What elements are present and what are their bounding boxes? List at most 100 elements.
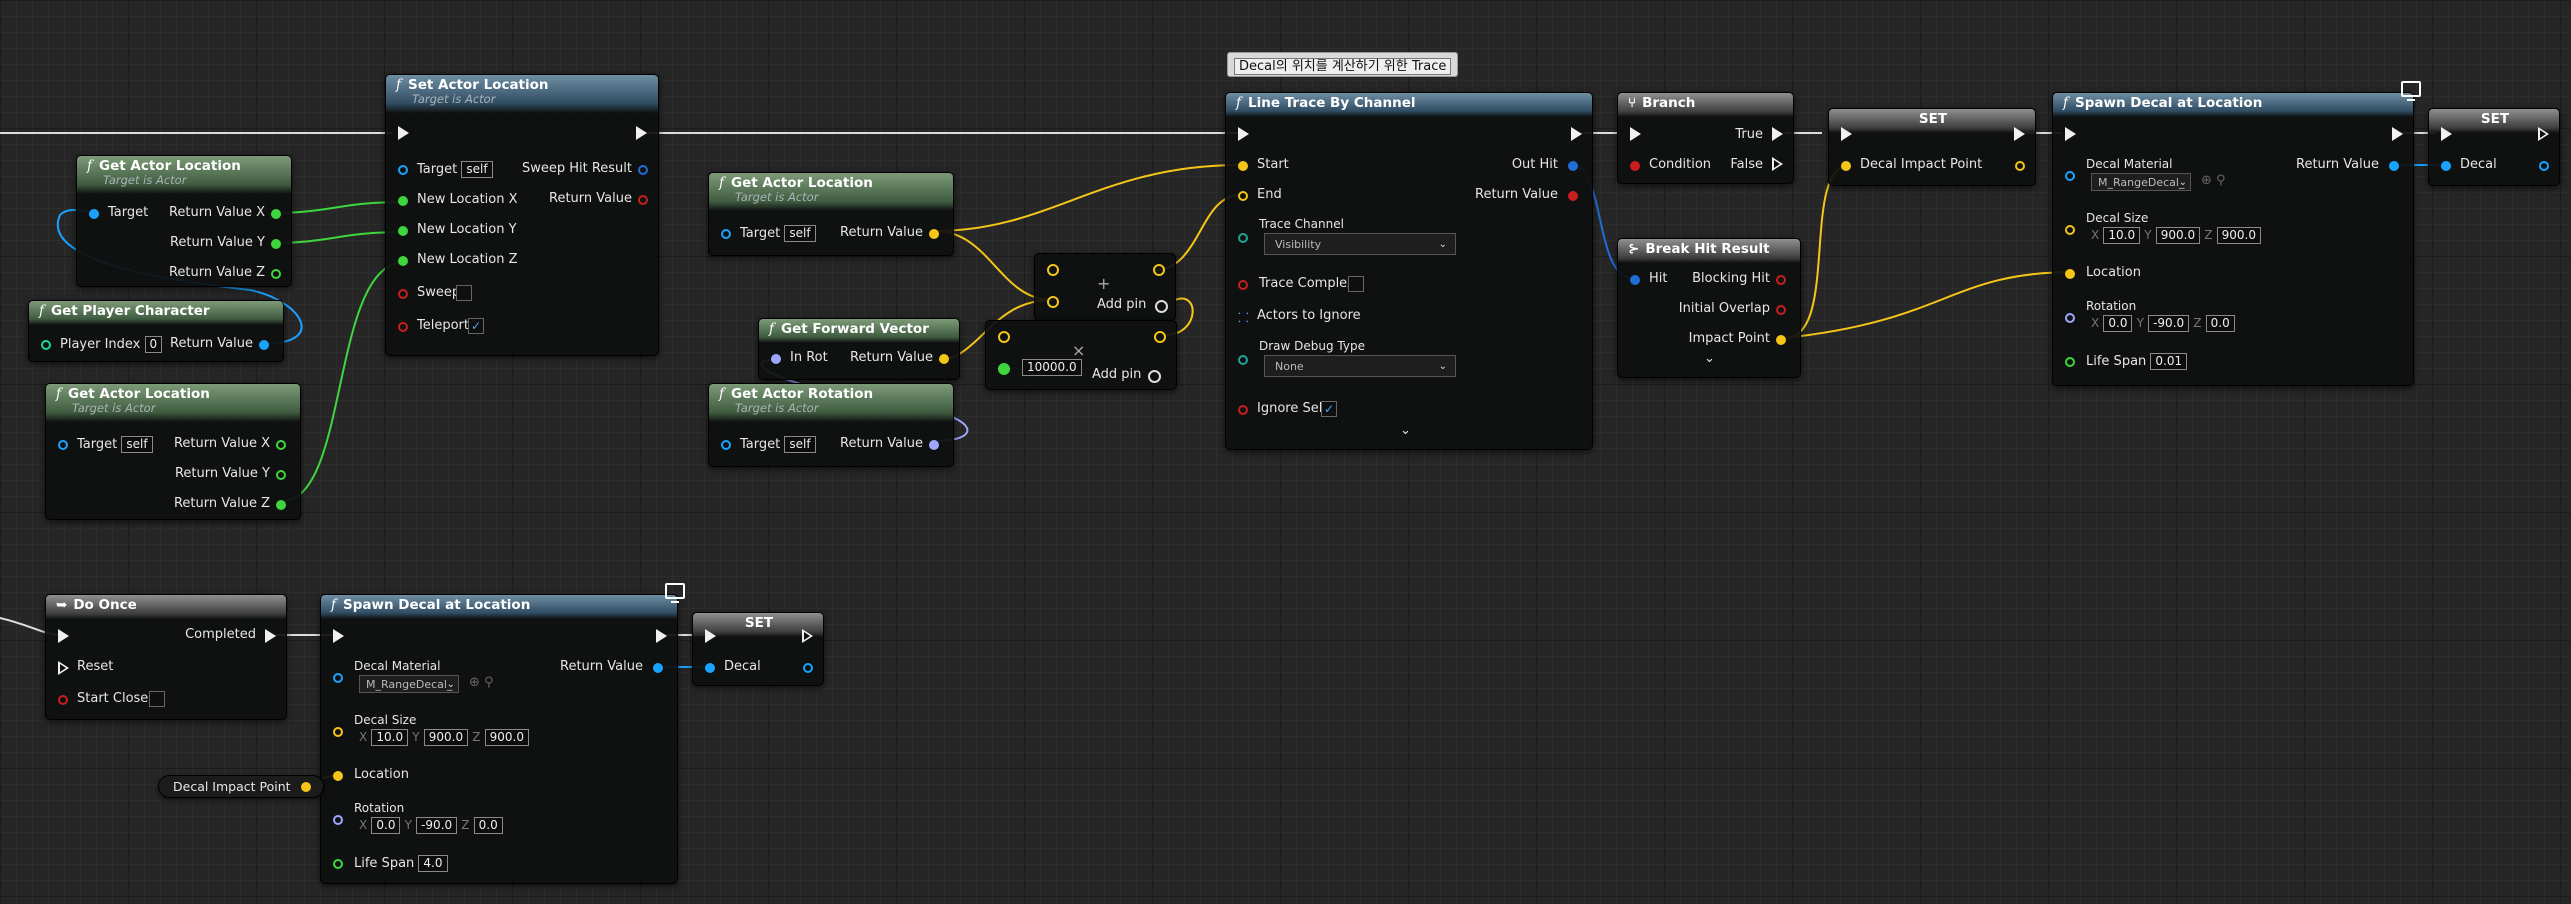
exec-out-pin[interactable] — [656, 629, 667, 643]
exec-in-pin[interactable] — [1630, 127, 1641, 141]
target-pin[interactable] — [89, 209, 99, 219]
sweep-checkbox[interactable] — [456, 285, 472, 301]
expand-arrow-icon[interactable]: ⌄ — [1704, 351, 1715, 366]
out-pin[interactable] — [1154, 331, 1166, 343]
exec-out-pin[interactable] — [2538, 127, 2549, 141]
exec-out-pin[interactable] — [2392, 127, 2403, 141]
expand-arrow-icon[interactable]: ⌄ — [1400, 423, 1411, 438]
return-value-pin[interactable] — [653, 663, 663, 673]
teleport-checkbox[interactable]: ✓ — [468, 318, 484, 334]
player-index-value[interactable]: 0 — [144, 336, 163, 353]
blocking-hit-pin[interactable] — [1776, 275, 1786, 285]
sweep-hit-pin[interactable] — [638, 165, 648, 175]
new-x-pin[interactable] — [398, 196, 408, 206]
exec-out-pin[interactable] — [2014, 127, 2025, 141]
add-pin-label[interactable]: Add pin — [1092, 367, 1141, 382]
ignore-self-pin[interactable] — [1238, 405, 1248, 415]
browse-icon[interactable]: ⊕ ⚲ — [2201, 173, 2226, 188]
new-y-pin[interactable] — [398, 226, 408, 236]
exec-in-pin[interactable] — [398, 126, 409, 140]
return-value-pin[interactable] — [929, 440, 939, 450]
node-spawn-decal-at-location-2[interactable]: f Spawn Decal at Location Decal Material … — [320, 583, 685, 884]
reset-exec-pin[interactable] — [58, 661, 69, 675]
return-value-pin[interactable] — [2389, 161, 2399, 171]
end-pin[interactable] — [1238, 191, 1248, 201]
ry-pin[interactable] — [276, 470, 286, 480]
rz-pin[interactable] — [276, 500, 286, 510]
trace-channel-pin[interactable] — [1238, 233, 1248, 243]
node-spawn-decal-at-location-1[interactable]: f Spawn Decal at Location Decal Material … — [2052, 81, 2421, 386]
b-pin[interactable] — [998, 363, 1010, 375]
node-break-hit-result[interactable]: ⊱ Break Hit Result Hit Blocking Hit Initi… — [1617, 238, 1801, 378]
node-get-actor-rotation[interactable]: f Get Actor Rotation Target is Actor Targe… — [708, 383, 954, 467]
ry-pin[interactable] — [271, 239, 281, 249]
trace-channel-dropdown[interactable]: Visibility ⌄ — [1264, 233, 1456, 255]
trace-complex-checkbox[interactable] — [1348, 276, 1364, 292]
out-pin[interactable] — [2015, 161, 2025, 171]
rot-z-input[interactable]: 0.0 — [2205, 315, 2235, 332]
out-pin[interactable] — [1153, 264, 1165, 276]
sweep-pin[interactable] — [398, 289, 408, 299]
initial-overlap-pin[interactable] — [1776, 305, 1786, 315]
size-z-input[interactable]: 900.0 — [2216, 227, 2261, 244]
return-value-pin[interactable] — [929, 229, 939, 239]
rot-y-input[interactable]: -90.0 — [416, 817, 458, 834]
size-y-input[interactable]: 900.0 — [423, 729, 469, 746]
exec-out-pin[interactable] — [802, 629, 813, 643]
impact-point-pin[interactable] — [1776, 335, 1786, 345]
b-value[interactable]: 10000.0 — [1022, 359, 1082, 376]
exec-in-pin[interactable] — [2441, 127, 2452, 141]
target-value[interactable]: self — [121, 436, 153, 453]
node-line-trace-by-channel[interactable]: f Line Trace By Channel Start End Out Hit… — [1225, 92, 1593, 450]
life-span-pin[interactable] — [2065, 357, 2075, 367]
rot-z-input[interactable]: 0.0 — [473, 817, 503, 834]
target-value[interactable]: self — [461, 161, 493, 178]
size-y-input[interactable]: 900.0 — [2155, 227, 2201, 244]
node-get-actor-location-2[interactable]: f Get Actor Location Target is Actor Targe… — [45, 383, 301, 520]
add-pin-label[interactable]: Add pin — [1097, 297, 1146, 312]
new-z-pin[interactable] — [398, 256, 408, 266]
decal-impact-point-pin[interactable] — [1841, 161, 1851, 171]
b-pin[interactable] — [1047, 296, 1059, 308]
rot-x-input[interactable]: 0.0 — [2103, 315, 2133, 332]
start-closed-checkbox[interactable] — [149, 691, 165, 707]
completed-exec-pin[interactable] — [265, 629, 276, 643]
exec-in-pin[interactable] — [2065, 127, 2076, 141]
decal-size-pin[interactable] — [333, 727, 343, 737]
rz-pin[interactable] — [271, 269, 281, 279]
decal-material-dropdown[interactable]: M_RangeDecal_ ⌄ — [2091, 173, 2191, 191]
node-do-once[interactable]: ➥ Do Once Completed Reset Start Closed — [45, 594, 287, 720]
decal-size-pin[interactable] — [2065, 225, 2075, 235]
node-set-decal-2[interactable]: SET Decal — [692, 612, 824, 686]
return-value-pin[interactable] — [939, 354, 949, 364]
start-pin[interactable] — [1238, 161, 1248, 171]
a-pin[interactable] — [998, 331, 1010, 343]
rot-y-input[interactable]: -90.0 — [2148, 315, 2190, 332]
node-get-forward-vector[interactable]: f Get Forward Vector In Rot Return Value — [758, 318, 960, 380]
exec-in-pin[interactable] — [1841, 127, 1852, 141]
target-pin[interactable] — [58, 440, 68, 450]
ignore-self-checkbox[interactable]: ✓ — [1321, 401, 1337, 417]
life-span-input[interactable]: 0.01 — [2150, 353, 2188, 370]
life-span-pin[interactable] — [333, 859, 343, 869]
return-value-pin[interactable] — [638, 195, 648, 205]
decal-material-pin[interactable] — [2065, 171, 2075, 181]
add-pin-icon[interactable] — [1155, 300, 1168, 313]
teleport-pin[interactable] — [398, 322, 408, 332]
draw-debug-type-dropdown[interactable]: None ⌄ — [1264, 355, 1456, 377]
target-pin[interactable] — [721, 229, 731, 239]
location-pin[interactable] — [2065, 269, 2075, 279]
rotation-pin[interactable] — [333, 815, 343, 825]
value-pin[interactable] — [300, 782, 311, 792]
player-index-pin[interactable] — [41, 340, 51, 350]
life-span-input[interactable]: 4.0 — [418, 855, 448, 872]
trace-complex-pin[interactable] — [1238, 280, 1248, 290]
true-exec-pin[interactable] — [1772, 127, 1783, 141]
rot-x-input[interactable]: 0.0 — [371, 817, 401, 834]
exec-in-pin[interactable] — [1238, 127, 1249, 141]
node-get-actor-location-1[interactable]: f Get Actor Location Target is Actor Targe… — [76, 155, 292, 287]
add-pin-icon[interactable] — [1148, 370, 1161, 383]
false-exec-pin[interactable] — [1772, 157, 1783, 171]
node-get-actor-location-3[interactable]: f Get Actor Location Target is Actor Targe… — [708, 172, 954, 256]
decal-material-pin[interactable] — [333, 673, 343, 683]
